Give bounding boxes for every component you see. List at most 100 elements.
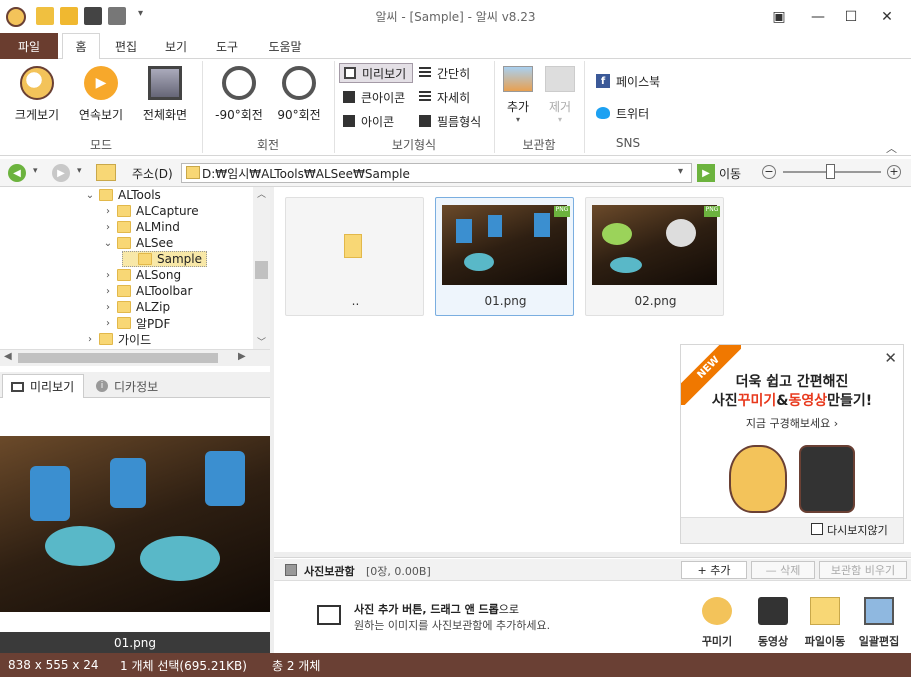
dont-show-checkbox[interactable]	[811, 523, 823, 535]
thumb-cupcake	[464, 253, 494, 271]
album-hint-line2: 원하는 이미지를 사진보관함에 추가하세요.	[354, 619, 551, 632]
album-delete-button[interactable]: — 삭제	[751, 561, 815, 579]
thumbnail-parent-folder[interactable]: ..	[285, 197, 424, 316]
tree-horizontal-scrollbar[interactable]: ◀ ▶	[0, 349, 270, 366]
promo-link[interactable]: 지금 구경해보세요 ›	[681, 415, 903, 431]
view-simple-option[interactable]: 간단히	[415, 63, 487, 83]
minimize-button[interactable]: —	[805, 6, 831, 28]
twitter-button[interactable]: 트위터	[592, 103, 672, 123]
rotate-left-button[interactable]: -90°회전	[212, 66, 266, 123]
parent-folder-icon[interactable]	[96, 164, 116, 181]
scroll-down-icon[interactable]: ﹀	[253, 335, 270, 348]
go-icon[interactable]: ▶	[697, 164, 715, 182]
go-button[interactable]: 이동	[719, 165, 741, 182]
forward-history-icon[interactable]: ▾	[77, 166, 82, 176]
scroll-right-icon[interactable]: ▶	[238, 351, 246, 362]
album-add-dropdown-icon[interactable]: ▾	[516, 115, 520, 124]
view-details-option[interactable]: 자세히	[415, 87, 487, 107]
chevron-right-icon[interactable]: ›	[84, 334, 96, 345]
tree-item[interactable]: Sample	[122, 251, 207, 267]
rotate-right-label: 90°회전	[277, 108, 321, 122]
back-history-icon[interactable]: ▾	[33, 166, 38, 176]
tree-item[interactable]: › 알PDF	[102, 315, 170, 331]
tree-item[interactable]: › ALCapture	[102, 203, 199, 219]
tree-horizontal-thumb[interactable]	[18, 353, 218, 363]
tree-item[interactable]: › ALToolbar	[102, 283, 192, 299]
tree-item[interactable]: › ALSong	[102, 267, 181, 283]
chevron-right-icon[interactable]: ›	[102, 222, 114, 233]
album-remove-dropdown-icon[interactable]: ▾	[558, 115, 562, 124]
tab-home[interactable]: 홈	[62, 33, 100, 60]
chevron-right-icon[interactable]: ›	[102, 270, 114, 281]
view-preview-option[interactable]: 미리보기	[339, 63, 413, 83]
dont-show-label[interactable]: 다시보지않기	[827, 522, 888, 538]
png-badge: PNG	[704, 206, 720, 217]
thumb-letter-s	[488, 215, 502, 237]
zoom-slider-handle[interactable]	[826, 164, 835, 179]
view-details-label: 자세히	[437, 90, 471, 105]
tab-tools[interactable]: 도구	[206, 33, 248, 59]
close-button[interactable]: ✕	[874, 6, 900, 28]
scroll-left-icon[interactable]: ◀	[4, 351, 12, 362]
thumbnail-image	[442, 205, 567, 285]
rotate-right-button[interactable]: 90°회전	[274, 66, 324, 123]
tab-preview-label: 미리보기	[30, 380, 75, 394]
tree-item[interactable]: ⌄ ALTools	[84, 187, 161, 203]
promo-line2-suffix: 만들기!	[827, 393, 873, 409]
slideshow-button[interactable]: ▶ 연속보기	[74, 66, 128, 123]
scroll-up-icon[interactable]: ︿	[253, 187, 270, 200]
sns-group-label: SNS	[615, 136, 641, 150]
tree-vertical-thumb[interactable]	[255, 261, 268, 279]
rotate-group-label: 회전	[256, 138, 280, 152]
tree-vertical-scrollbar[interactable]: ︿ ﹀	[253, 187, 270, 350]
move-file-tool[interactable]: 파일이동	[803, 597, 847, 649]
tree-item[interactable]: › 가이드	[84, 331, 151, 347]
tab-view[interactable]: 보기	[155, 33, 197, 59]
chevron-right-icon[interactable]: ›	[102, 206, 114, 217]
forward-icon[interactable]: ▶	[52, 164, 70, 182]
thumbnail-01[interactable]: PNG 01.png	[435, 197, 574, 316]
decorate-tool[interactable]: 꾸미기	[696, 597, 738, 649]
zoom-in-icon[interactable]: +	[887, 165, 901, 179]
chevron-right-icon[interactable]: ›	[102, 286, 114, 297]
maximize-button[interactable]: ☐	[838, 6, 864, 28]
thumbnail-02[interactable]: PNG 02.png	[585, 197, 724, 316]
address-dropdown-icon[interactable]: ▾	[678, 166, 683, 177]
thumb-letter-e	[456, 219, 472, 243]
view-filmstrip-option[interactable]: 필름형식	[415, 111, 491, 131]
collapse-ribbon-icon[interactable]: ︿	[886, 140, 897, 156]
tab-camera-info[interactable]: i 디카정보	[88, 374, 174, 398]
chevron-right-icon[interactable]: ›	[102, 318, 114, 329]
video-tool[interactable]: 동영상	[752, 597, 794, 649]
chevron-right-icon[interactable]: ›	[102, 302, 114, 313]
chevron-down-icon[interactable]: ⌄	[102, 238, 114, 249]
tab-help[interactable]: 도움말	[258, 33, 312, 59]
address-input[interactable]: D:₩임시₩ALTools₩ALSee₩Sample	[181, 163, 692, 183]
tree-item[interactable]: › ALMind	[102, 219, 180, 235]
file-tab[interactable]: 파일	[0, 33, 58, 59]
ribbon-toggle-icon[interactable]: ▣	[766, 6, 792, 28]
png-badge: PNG	[554, 206, 570, 217]
album-add-entry-button[interactable]: + 추가	[681, 561, 747, 579]
tab-preview[interactable]: 미리보기	[2, 374, 84, 398]
chevron-down-icon[interactable]: ⌄	[84, 190, 96, 201]
batch-edit-tool[interactable]: 일괄편집	[857, 597, 901, 649]
close-popup-icon[interactable]: ✕	[884, 349, 897, 367]
facebook-button[interactable]: f 페이스북	[592, 71, 672, 91]
view-large-icons-option[interactable]: 큰아이콘	[339, 87, 413, 107]
album-add-button[interactable]: 추가 ▾	[500, 66, 536, 124]
album-clear-button[interactable]: 보관함 비우기	[819, 561, 907, 579]
tab-edit[interactable]: 편집	[106, 33, 146, 59]
view-icons-label: 아이콘	[361, 114, 395, 129]
tree-item[interactable]: › ALZip	[102, 299, 170, 315]
back-icon[interactable]: ◀	[8, 164, 26, 182]
tree-item-label: 가이드	[118, 332, 152, 347]
status-selection: 1 개체 선택(695.21KB)	[120, 658, 247, 673]
view-icons-option[interactable]: 아이콘	[339, 111, 413, 131]
fullscreen-button[interactable]: 전체화면	[138, 66, 192, 123]
folder-icon	[117, 205, 131, 217]
tree-item[interactable]: ⌄ ALSee	[102, 235, 173, 251]
zoom-view-button[interactable]: 크게보기	[12, 66, 62, 123]
album-remove-button[interactable]: 제거 ▾	[542, 66, 578, 124]
zoom-out-icon[interactable]: −	[762, 165, 776, 179]
